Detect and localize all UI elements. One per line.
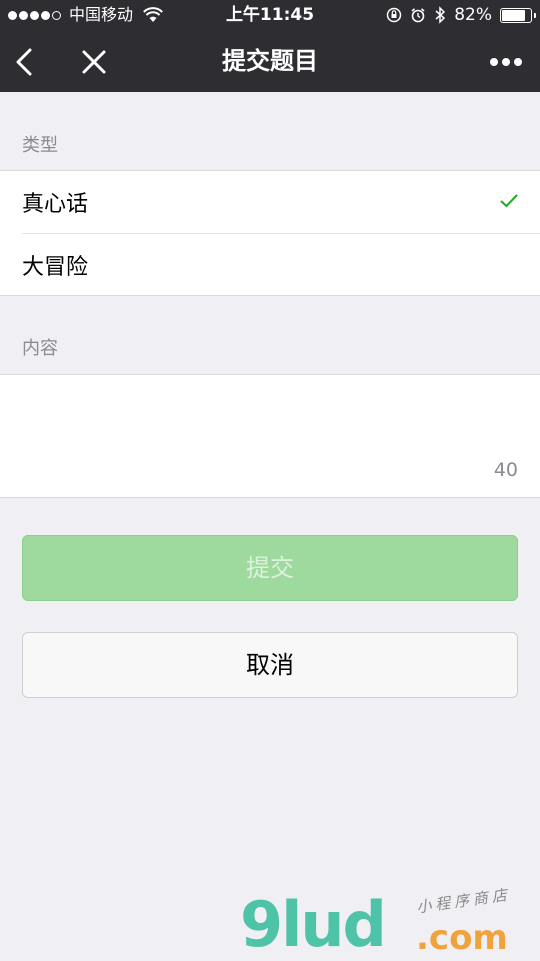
watermark-logo: 9lud	[240, 888, 387, 961]
watermark: 9lud 小程序商店 .com	[240, 885, 540, 961]
type-options-group: 真心话 大冒险	[0, 170, 540, 296]
watermark-tagline: 小程序商店	[415, 885, 512, 917]
option-label: 大冒险	[22, 254, 89, 280]
top-bar: 中国移动 上午11:45 82% 提交题目	[0, 0, 540, 92]
nav-bar: 提交题目	[0, 30, 540, 92]
status-right: 82%	[378, 0, 536, 30]
option-label: 真心话	[22, 192, 89, 217]
content-input[interactable]	[22, 385, 522, 459]
more-dots-icon	[490, 58, 522, 66]
type-section-label: 类型	[22, 135, 58, 156]
checkmark-icon	[500, 194, 518, 208]
battery-percent: 82%	[454, 5, 492, 25]
option-dare[interactable]: 大冒险	[22, 233, 540, 295]
option-truth[interactable]: 真心话	[0, 171, 540, 233]
cancel-button[interactable]: 取消	[22, 632, 518, 698]
status-bar: 中国移动 上午11:45 82%	[0, 0, 540, 30]
close-icon	[82, 50, 106, 74]
content-section-label: 内容	[22, 338, 58, 359]
character-counter: 40	[493, 459, 518, 481]
submit-button[interactable]: 提交	[22, 535, 518, 601]
bluetooth-icon	[435, 6, 446, 24]
chevron-left-icon	[16, 48, 32, 76]
content-field-container: 40	[0, 374, 540, 498]
battery-icon	[500, 7, 536, 23]
watermark-domain: .com	[416, 918, 508, 958]
more-button[interactable]	[486, 42, 526, 82]
close-button[interactable]	[74, 42, 114, 82]
alarm-icon	[411, 8, 425, 23]
orientation-lock-icon	[386, 7, 402, 23]
back-button[interactable]	[4, 42, 44, 82]
